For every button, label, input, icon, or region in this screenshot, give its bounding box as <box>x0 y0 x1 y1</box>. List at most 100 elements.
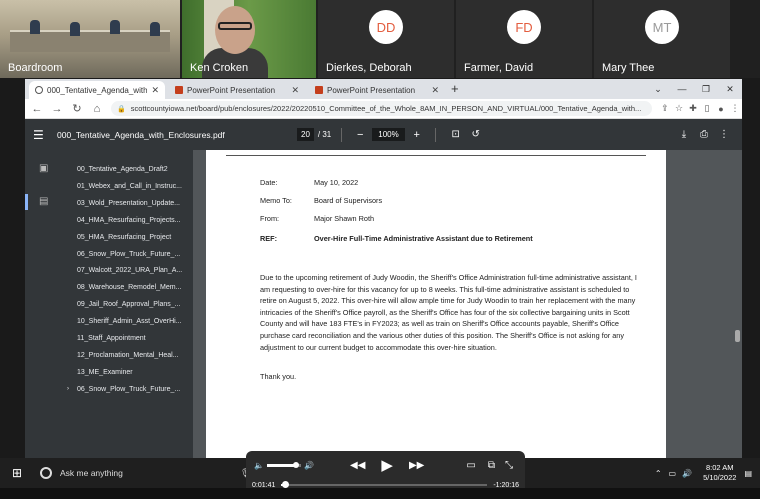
divider <box>341 127 343 142</box>
cortana-icon <box>40 467 52 479</box>
windows-start-icon[interactable]: ⊞ <box>12 466 34 480</box>
chevron-down-icon[interactable]: ⌄ <box>646 84 670 95</box>
chevron-up-icon[interactable]: ⌃ <box>655 469 662 478</box>
fast-forward-icon[interactable]: ▶▶ <box>409 460 424 471</box>
scrollbar[interactable] <box>732 150 742 458</box>
home-icon[interactable]: ⌂ <box>89 103 105 115</box>
page-number-input[interactable]: 20 <box>297 128 314 141</box>
selected-indicator <box>25 194 28 210</box>
bookmark-item[interactable]: 05_HMA_Resurfacing_Project <box>77 234 171 241</box>
zoom-out-button[interactable]: − <box>352 129 368 141</box>
clock-time: 8:02 AM <box>705 463 734 472</box>
boardroom-person <box>110 20 120 34</box>
star-icon[interactable]: ☆ <box>672 103 686 114</box>
bookmark-item[interactable]: 12_Proclamation_Mental_Heal... <box>77 352 179 359</box>
back-arrow-icon[interactable]: ← <box>29 103 45 115</box>
volume-fill <box>266 463 296 467</box>
bookmark-item[interactable]: 11_Staff_Appointment <box>77 335 146 342</box>
seek-bar[interactable] <box>281 481 488 488</box>
kebab-menu-icon[interactable]: ⋮ <box>728 103 742 114</box>
bookmark-item[interactable]: 09_Jail_Roof_Approval_Plans_... <box>77 301 181 308</box>
volume-knob[interactable] <box>292 461 299 468</box>
bookmark-item[interactable]: › 06_Snow_Plow_Truck_Future_... <box>67 386 180 393</box>
miniplayer-icon[interactable]: ⧉ <box>488 460 495 471</box>
avatar: MT <box>645 10 679 44</box>
tab-title: 000_Tentative_Agenda_with_Enclo <box>47 85 148 95</box>
volume-icon[interactable]: 🔈 <box>254 461 264 470</box>
volume-slider[interactable] <box>266 461 301 468</box>
powerpoint-icon <box>315 86 323 94</box>
memo-ref: Over-Hire Full-Time Administrative Assis… <box>314 234 533 243</box>
bookmark-item[interactable]: 08_Warehouse_Remodel_Mem... <box>77 284 181 291</box>
participant-name: Mary Thee <box>602 62 655 74</box>
bookmark-item[interactable]: 03_Wold_Presentation_Update... <box>77 200 180 207</box>
print-icon[interactable]: ⎙ <box>694 129 714 140</box>
reload-icon[interactable]: ↻ <box>69 102 85 115</box>
bookmark-item[interactable]: 04_HMA_Resurfacing_Projects... <box>77 217 181 224</box>
scrollbar-thumb[interactable] <box>735 330 740 342</box>
seek-knob[interactable] <box>282 481 290 488</box>
network-icon[interactable]: ▭ <box>669 469 677 478</box>
header-rule <box>226 155 646 156</box>
zoom-in-button[interactable]: + <box>409 129 425 141</box>
address-bar: ← → ↻ ⌂ 🔒 scottcountyiowa.net/board/pub/… <box>25 99 742 119</box>
fit-page-icon[interactable]: ⊡ <box>446 129 466 140</box>
minimize-icon[interactable]: — <box>670 84 694 94</box>
outline-icon[interactable]: ▤ <box>39 196 48 207</box>
chevron-right-icon[interactable]: › <box>67 386 69 392</box>
rewind-icon[interactable]: ◀◀ <box>350 460 365 471</box>
tab-pdf[interactable]: 000_Tentative_Agenda_with_Enclo ✕ <box>29 81 165 99</box>
participants-strip: Boardroom Ken Croken DD Dierkes, Deborah… <box>0 0 760 78</box>
profile-icon[interactable]: ● <box>714 104 728 114</box>
bookmark-item[interactable]: 00_Tentative_Agenda_Draft2 <box>77 166 168 173</box>
bookmark-item[interactable]: 07_Walcott_2022_URA_Plan_A... <box>77 267 182 274</box>
bookmark-item[interactable]: 13_ME_Examiner <box>77 369 133 376</box>
pdf-filename: 000_Tentative_Agenda_with_Enclosures.pdf <box>57 129 225 140</box>
tab-powerpoint-1[interactable]: PowerPoint Presentation ✕ <box>169 81 305 99</box>
volume-max-icon: 🔊 <box>303 460 314 470</box>
notification-icon[interactable]: ▤ <box>744 469 752 478</box>
tab-powerpoint-2[interactable]: PowerPoint Presentation ✕ <box>309 81 445 99</box>
close-window-icon[interactable]: ✕ <box>718 84 742 95</box>
close-icon[interactable]: ✕ <box>151 85 159 96</box>
participant-tile-farmer[interactable]: FD Farmer, David <box>456 0 592 78</box>
media-buttons: 🔈 🔊 ◀◀ ▶ ▶▶ ▭ ⧉ ⤡ <box>254 456 517 474</box>
participant-tile-ken-croken[interactable]: Ken Croken <box>182 0 316 78</box>
side-panel-icon[interactable]: ▯ <box>700 103 714 114</box>
bookmark-item[interactable]: 10_Sheriff_Admin_Asst_OverHi... <box>77 318 182 325</box>
rotate-icon[interactable]: ↺ <box>466 129 486 140</box>
hamburger-menu-icon[interactable]: ☰ <box>33 128 57 142</box>
avatar: DD <box>369 10 403 44</box>
close-icon[interactable]: ✕ <box>431 85 439 96</box>
participant-name: Dierkes, Deborah <box>326 62 412 74</box>
participant-tile-mary-thee[interactable]: MT Mary Thee <box>594 0 730 78</box>
pdf-viewport: Date: May 10, 2022 Memo To: Board of Sup… <box>193 150 742 458</box>
close-icon[interactable]: ✕ <box>291 85 299 96</box>
restore-icon[interactable]: ❐ <box>694 84 718 95</box>
memo-to: Board of Supervisors <box>314 196 383 205</box>
zoom-input[interactable]: 100% <box>372 128 405 141</box>
collapse-icon[interactable]: ⤡ <box>505 460 513 471</box>
clock[interactable]: 8:02 AM 5/10/2022 <box>703 463 736 483</box>
bookmark-item[interactable]: 06_Snow_Plow_Truck_Future_... <box>77 251 180 258</box>
volume-icon[interactable]: 🔊 <box>682 469 692 478</box>
bookmark-item[interactable]: 01_Webex_and_Call_in_Instruc... <box>77 183 182 190</box>
participant-tile-boardroom[interactable]: Boardroom <box>0 0 180 78</box>
powerpoint-icon <box>175 86 183 94</box>
forward-arrow-icon[interactable]: → <box>49 103 65 115</box>
cast-icon[interactable]: ▭ <box>466 460 475 471</box>
kebab-menu-icon[interactable]: ⋮ <box>714 129 734 140</box>
share-icon[interactable]: ⇪ <box>658 103 672 114</box>
memo-date-label: Date: <box>260 178 278 187</box>
memo-ref-label: REF: <box>260 234 278 243</box>
url-field[interactable]: 🔒 scottcountyiowa.net/board/pub/enclosur… <box>111 101 652 116</box>
download-icon[interactable]: ⤓ <box>674 129 694 140</box>
new-tab-button[interactable]: + <box>451 81 459 99</box>
taskbar-search[interactable]: Ask me anything <box>40 467 210 479</box>
thumbnails-icon[interactable]: ▣ <box>39 163 48 174</box>
pdf-page: Date: May 10, 2022 Memo To: Board of Sup… <box>206 150 666 458</box>
extension-icon[interactable]: ✚ <box>686 103 700 114</box>
play-icon[interactable]: ▶ <box>381 456 393 474</box>
participant-tile-dierkes[interactable]: DD Dierkes, Deborah <box>318 0 454 78</box>
participant-face <box>215 6 255 54</box>
